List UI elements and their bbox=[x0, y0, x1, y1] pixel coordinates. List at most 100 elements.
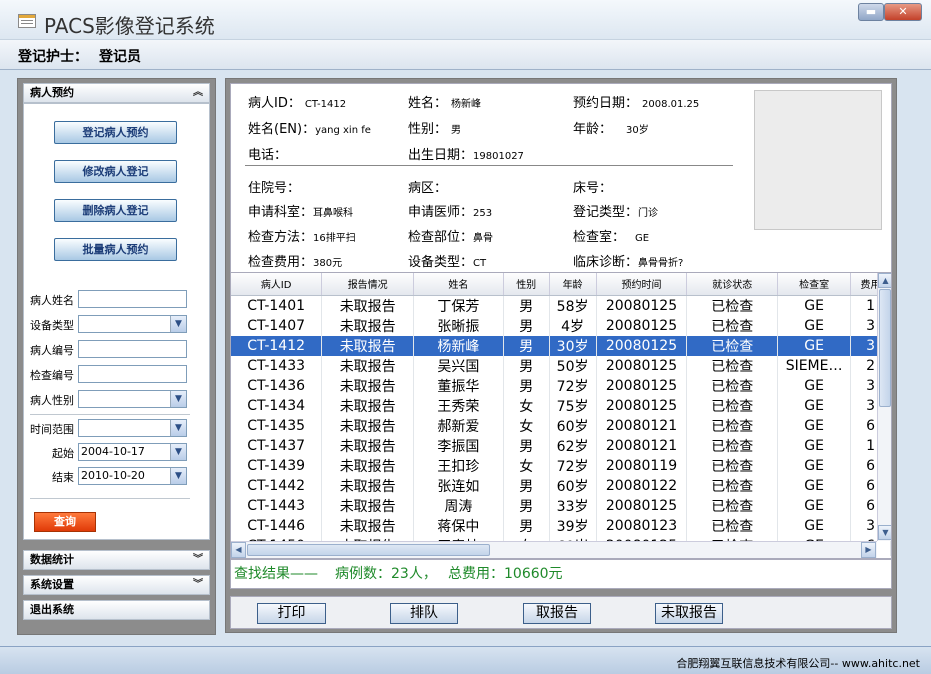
table-cell: 20080125 bbox=[596, 315, 688, 336]
delete-registration-button[interactable]: 删除病人登记 bbox=[54, 199, 177, 222]
expand-icon[interactable]: ︾ bbox=[193, 551, 203, 569]
chevron-down-icon[interactable]: ▼ bbox=[170, 316, 186, 332]
chevron-down-icon[interactable]: ▼ bbox=[170, 444, 186, 460]
end-date-picker[interactable]: 2010-10-20 ▼ bbox=[78, 467, 187, 485]
action-bar: 打印 排队 取报告 未取报告 bbox=[230, 596, 892, 629]
info-diagnosis: 临床诊断：鼻骨骨折? bbox=[573, 251, 683, 270]
table-cell: 已检查 bbox=[686, 415, 779, 436]
get-report-button[interactable]: 取报告 bbox=[523, 603, 591, 624]
value: 16排平扫 bbox=[313, 233, 356, 244]
info-name-en: 姓名(EN)：yang xin fe bbox=[248, 118, 371, 137]
table-cell: 男 bbox=[503, 335, 550, 356]
table-cell: 未取报告 bbox=[321, 415, 415, 436]
time-range-select[interactable]: ▼ bbox=[78, 419, 187, 437]
app-icon bbox=[18, 14, 36, 28]
horizontal-scrollbar[interactable]: ◀ ▶ bbox=[231, 541, 877, 558]
column-header[interactable]: 就诊状态 bbox=[686, 273, 779, 296]
start-date-label: 起始 bbox=[52, 447, 74, 460]
value: 杨新峰 bbox=[451, 99, 482, 110]
table-row[interactable]: CT-1442 未取报告 张连如男 60岁 20080122 已检查 GE 6 bbox=[231, 475, 891, 496]
patient-no-input[interactable] bbox=[78, 340, 187, 358]
search-button[interactable]: 查询 bbox=[34, 512, 96, 532]
case-count: 病例数：23人， bbox=[335, 566, 437, 582]
scroll-up-icon[interactable]: ▲ bbox=[878, 273, 891, 288]
table-cell: 未取报告 bbox=[321, 515, 415, 536]
register-appointment-button[interactable]: 登记病人预约 bbox=[54, 121, 177, 144]
expand-icon[interactable]: ︾ bbox=[193, 576, 203, 594]
table-cell: 20080125 bbox=[596, 355, 688, 376]
column-header[interactable]: 年龄 bbox=[549, 273, 597, 296]
scroll-right-icon[interactable]: ▶ bbox=[861, 542, 876, 558]
table-row[interactable]: CT-1446 未取报告 蒋保中男 39岁 20080123 已检查 GE 3 bbox=[231, 515, 891, 536]
edit-registration-button[interactable]: 修改病人登记 bbox=[54, 160, 177, 183]
report-not-taken-button[interactable]: 未取报告 bbox=[655, 603, 723, 624]
scroll-thumb[interactable] bbox=[247, 544, 490, 556]
chevron-down-icon[interactable]: ▼ bbox=[170, 468, 186, 484]
patient-sex-select[interactable]: ▼ bbox=[78, 390, 187, 408]
table-cell: 未取报告 bbox=[321, 395, 415, 416]
table-cell: 杨新峰 bbox=[413, 335, 504, 356]
table-cell: 未取报告 bbox=[321, 455, 415, 476]
section-patient-appointment[interactable]: 病人预约 ︽ bbox=[23, 83, 210, 103]
table-cell: 男 bbox=[503, 435, 550, 456]
info-appointment-date: 预约日期： 2008.01.25 bbox=[573, 92, 699, 111]
sidebar-body: 登记病人预约 修改病人登记 删除病人登记 批量病人预约 病人姓名 设备类型 ▼ … bbox=[23, 103, 210, 540]
table-row[interactable]: CT-1434 未取报告 王秀荣女 75岁 20080125 已检查 GE 3 bbox=[231, 395, 891, 416]
table-row[interactable]: CT-1407 未取报告 张晰振男 4岁 20080125 已检查 GE 3 bbox=[231, 315, 891, 336]
table-row[interactable]: CT-1436 未取报告 董振华男 72岁 20080125 已检查 GE 3 bbox=[231, 375, 891, 396]
scroll-thumb[interactable] bbox=[879, 289, 891, 407]
chevron-down-icon[interactable]: ▼ bbox=[170, 391, 186, 407]
column-header[interactable]: 性别 bbox=[503, 273, 550, 296]
info-age: 年龄： 30岁 bbox=[573, 118, 649, 137]
start-date-picker[interactable]: 2004-10-17 ▼ bbox=[78, 443, 187, 461]
value: 鼻骨 bbox=[473, 233, 494, 244]
info-method: 检查方法：16排平扫 bbox=[248, 226, 356, 245]
table-cell: CT-1439 bbox=[231, 455, 323, 476]
table-row[interactable]: CT-1439 未取报告 王扣珍女 72岁 20080119 已检查 GE 6 bbox=[231, 455, 891, 476]
queue-button[interactable]: 排队 bbox=[390, 603, 458, 624]
value: CT-1412 bbox=[304, 99, 347, 110]
table-cell: 已检查 bbox=[686, 495, 779, 516]
section-settings[interactable]: 系统设置 ︾ bbox=[23, 575, 210, 595]
close-button[interactable]: ✕ bbox=[884, 3, 922, 21]
info-birth: 出生日期：19801027 bbox=[408, 144, 524, 163]
section-statistics[interactable]: 数据统计 ︾ bbox=[23, 550, 210, 570]
column-header[interactable]: 报告情况 bbox=[321, 273, 415, 296]
table-cell: 已检查 bbox=[686, 455, 779, 476]
section-exit[interactable]: 退出系统 bbox=[23, 600, 210, 620]
scroll-left-icon[interactable]: ◀ bbox=[231, 542, 246, 558]
table-row[interactable]: CT-1437 未取报告 李振国男 62岁 20080121 已检查 GE 1 bbox=[231, 435, 891, 456]
minimize-button[interactable]: ▬ bbox=[858, 3, 884, 21]
table-row[interactable]: CT-1433 未取报告 吴兴国男 50岁 20080125 已检查 SIEME… 2 bbox=[231, 355, 891, 376]
exam-no-input[interactable] bbox=[78, 365, 187, 383]
batch-appointment-button[interactable]: 批量病人预约 bbox=[54, 238, 177, 261]
label: 检查费用： bbox=[248, 255, 314, 270]
patient-name-input[interactable] bbox=[78, 290, 187, 308]
table-row[interactable]: CT-1435 未取报告 郝新爱女 60岁 20080121 已检查 GE 6 bbox=[231, 415, 891, 436]
device-type-select[interactable]: ▼ bbox=[78, 315, 187, 333]
scroll-down-icon[interactable]: ▼ bbox=[878, 525, 891, 540]
column-header[interactable]: 预约时间 bbox=[596, 273, 688, 296]
column-header[interactable]: 检查室 bbox=[777, 273, 852, 296]
summary-prefix: 查找结果—— bbox=[234, 566, 318, 582]
vertical-scrollbar[interactable]: ▲ ▼ bbox=[877, 273, 891, 541]
info-dept: 申请科室：耳鼻喉科 bbox=[248, 201, 353, 220]
table-row[interactable]: CT-1443 未取报告 周涛男 33岁 20080125 已检查 GE 6 bbox=[231, 495, 891, 516]
collapse-icon[interactable]: ︽ bbox=[193, 84, 203, 102]
column-header[interactable]: 姓名 bbox=[413, 273, 504, 296]
label: 设备类型： bbox=[408, 255, 474, 270]
column-header[interactable]: 病人ID bbox=[231, 273, 323, 296]
value: 2008.01.25 bbox=[642, 99, 700, 110]
info-ward: 病区： bbox=[408, 177, 447, 196]
print-button[interactable]: 打印 bbox=[257, 603, 326, 624]
table-row[interactable]: CT-1401 未取报告 丁保芳男 58岁 20080125 已检查 GE 1 bbox=[231, 295, 891, 316]
table-cell: CT-1434 bbox=[231, 395, 323, 416]
chevron-down-icon[interactable]: ▼ bbox=[170, 420, 186, 436]
title-bar: PACS影像登记系统 ▬ ✕ bbox=[0, 0, 931, 40]
patient-photo bbox=[754, 90, 882, 230]
value: CT bbox=[473, 258, 487, 269]
label: 出生日期： bbox=[408, 148, 474, 163]
table-cell: 王扣珍 bbox=[413, 455, 504, 476]
info-phone: 电话： bbox=[248, 144, 287, 163]
table-row[interactable]: CT-1412 未取报告 杨新峰男 30岁 20080125 已检查 GE 3 bbox=[231, 335, 891, 356]
